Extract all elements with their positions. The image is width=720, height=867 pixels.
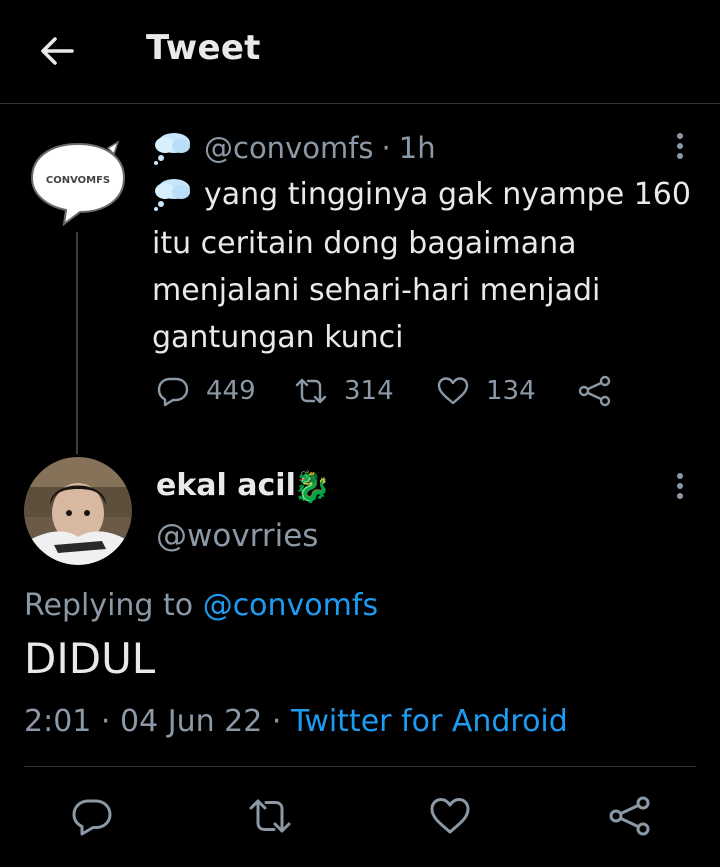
parent-time[interactable]: 1h	[399, 131, 436, 165]
tweet-time: 2:01	[24, 704, 92, 739]
reply-author-name[interactable]: ekal acil	[156, 468, 296, 503]
share-button[interactable]	[608, 794, 652, 838]
cloud-icon	[154, 179, 190, 211]
retweet-stat[interactable]: 314	[294, 366, 394, 416]
page-title: Tweet	[146, 28, 261, 68]
heart-icon	[437, 377, 469, 405]
reply-icon	[157, 377, 189, 407]
retweet-button[interactable]	[248, 794, 292, 838]
tweet-source-link[interactable]: Twitter for Android	[291, 704, 568, 739]
convomfs-avatar[interactable]: CONVOMFS	[26, 138, 130, 228]
parent-tweet-text-first: yang tingginya gak nyampe 160	[152, 174, 691, 214]
reply-stat[interactable]: 449	[156, 366, 256, 416]
share-icon[interactable]	[578, 374, 612, 408]
reply-count: 449	[206, 376, 256, 406]
like-button[interactable]	[428, 794, 472, 838]
thread-connector	[76, 232, 78, 454]
retweet-count: 314	[344, 376, 394, 406]
tweet-date: 04 Jun 22	[120, 704, 263, 739]
parent-handle[interactable]: @convomfs	[204, 131, 374, 165]
retweet-icon	[295, 378, 327, 404]
cloud-icon	[154, 133, 190, 165]
separator-dot: ·	[381, 131, 391, 165]
parent-tweet-header: @convomfs · 1h	[152, 128, 436, 168]
more-options-icon[interactable]	[668, 128, 692, 168]
divider	[24, 766, 696, 767]
like-stat[interactable]: 134	[436, 366, 536, 416]
parent-text-body: itu ceritain dong bagaimana menjalani se…	[152, 226, 601, 355]
replying-label: Replying to	[24, 588, 194, 623]
parent-text-line1: yang tingginya gak nyampe 160	[204, 176, 691, 212]
tweet-meta: 2:01 · 04 Jun 22 · Twitter for Android	[24, 704, 568, 739]
separator-dot: ·	[271, 704, 282, 739]
separator-dot: ·	[100, 704, 111, 739]
wovrries-avatar[interactable]	[24, 457, 132, 565]
more-options-icon[interactable]	[668, 468, 692, 508]
arrow-left-icon[interactable]	[38, 32, 76, 70]
reply-text: DIDUL	[24, 634, 156, 683]
avatar-logo-text: CONVOMFS	[46, 175, 110, 186]
replying-to: Replying to @convomfs	[24, 588, 378, 623]
replying-handle-link[interactable]: @convomfs	[203, 588, 378, 623]
top-bar	[0, 0, 720, 104]
dragon-emoji-icon: 🐉	[293, 470, 331, 505]
reply-button[interactable]	[70, 794, 114, 838]
reply-author-handle[interactable]: @wovrries	[156, 518, 318, 554]
like-count: 134	[486, 376, 536, 406]
